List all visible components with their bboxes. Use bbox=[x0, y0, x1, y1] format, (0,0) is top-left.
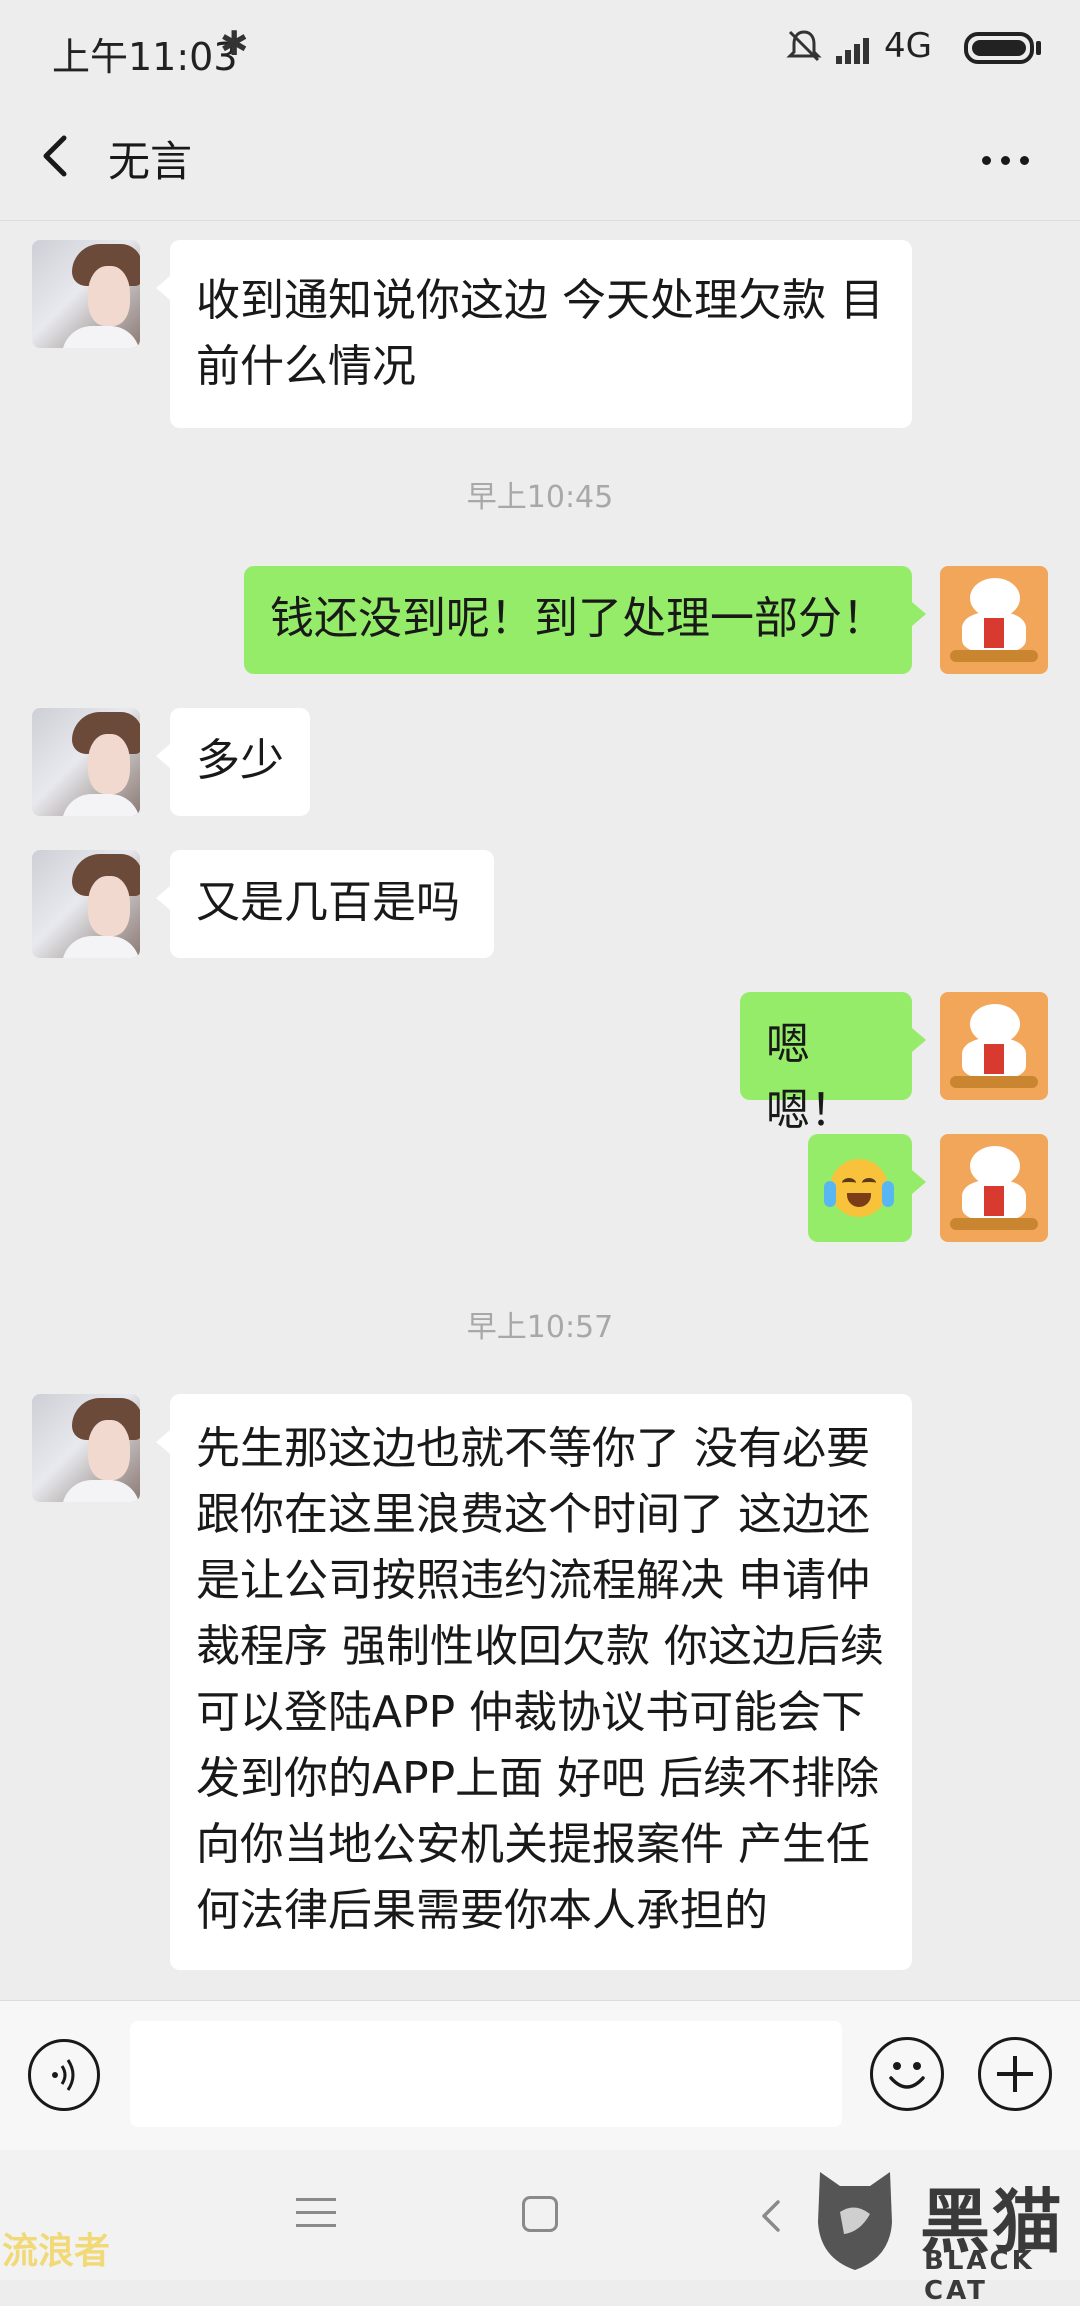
message-text: 先生那这边也就不等你了 没有必要跟你在这里浪费这个时间了 这边还是让公司按照违约… bbox=[196, 1423, 884, 1936]
message-text: 收到通知说你这边 今天处理欠款 目前什么情况 bbox=[196, 275, 884, 392]
my-avatar[interactable] bbox=[940, 992, 1048, 1100]
emoji-icon[interactable] bbox=[870, 2037, 944, 2111]
battery-icon bbox=[964, 32, 1034, 64]
message-bubble-incoming[interactable]: 又是几百是吗 bbox=[156, 850, 494, 958]
message-text: 钱还没到呢！到了处理一部分！ bbox=[270, 593, 886, 644]
battery-cap bbox=[1036, 41, 1041, 55]
mute-icon bbox=[786, 30, 822, 62]
message-text: 又是几百是吗 bbox=[196, 877, 460, 928]
watermark-text: 流浪者 bbox=[2, 2231, 111, 2272]
back-icon[interactable] bbox=[22, 116, 102, 196]
message-bubble-incoming[interactable]: 先生那这边也就不等你了 没有必要跟你在这里浪费这个时间了 这边还是让公司按照违约… bbox=[156, 1394, 912, 1970]
plus-icon[interactable] bbox=[978, 2037, 1052, 2111]
message-text: 多少 bbox=[196, 735, 284, 786]
message-text: 嗯嗯！ bbox=[766, 1019, 854, 1136]
message-timestamp: 早上10:45 bbox=[466, 480, 614, 515]
message-bubble-incoming[interactable]: 多少 bbox=[156, 708, 310, 816]
system-nav-bar bbox=[0, 2150, 1080, 2280]
menu-icon[interactable] bbox=[296, 2198, 336, 2232]
chat-title: 无言 bbox=[108, 137, 193, 186]
contact-avatar[interactable] bbox=[32, 1394, 140, 1502]
home-icon[interactable] bbox=[522, 2196, 558, 2232]
message-timestamp: 早上10:57 bbox=[466, 1310, 614, 1345]
voice-icon[interactable] bbox=[28, 2039, 100, 2111]
nav-back-icon[interactable] bbox=[752, 2194, 792, 2238]
more-icon[interactable] bbox=[966, 124, 1046, 194]
status-bar: 上午11:03 ✱ 4G bbox=[0, 0, 1080, 96]
network-type: 4G bbox=[884, 26, 932, 66]
chat-header: 无言 bbox=[0, 96, 1080, 221]
contact-avatar[interactable] bbox=[32, 708, 140, 816]
message-input[interactable] bbox=[130, 2021, 842, 2127]
bluetooth-icon: ✱ bbox=[220, 24, 249, 64]
message-bubble-outgoing[interactable]: 钱还没到呢！到了处理一部分！ bbox=[244, 566, 926, 674]
my-avatar[interactable] bbox=[940, 566, 1048, 674]
contact-avatar[interactable] bbox=[32, 850, 140, 958]
black-cat-logo-icon bbox=[818, 2172, 892, 2270]
status-time: 上午11:03 bbox=[52, 35, 238, 79]
watermark-brand-en: BLACK CAT bbox=[924, 2246, 1035, 2306]
my-avatar[interactable] bbox=[940, 1134, 1048, 1242]
input-bar bbox=[0, 2000, 1080, 2151]
message-bubble-outgoing[interactable] bbox=[808, 1134, 926, 1242]
message-bubble-outgoing[interactable]: 嗯嗯！ bbox=[740, 992, 926, 1136]
message-bubble-incoming[interactable]: 收到通知说你这边 今天处理欠款 目前什么情况 bbox=[156, 240, 912, 428]
contact-avatar[interactable] bbox=[32, 240, 140, 348]
crying-emoji-icon bbox=[824, 1159, 894, 1217]
signal-icon bbox=[836, 38, 869, 64]
